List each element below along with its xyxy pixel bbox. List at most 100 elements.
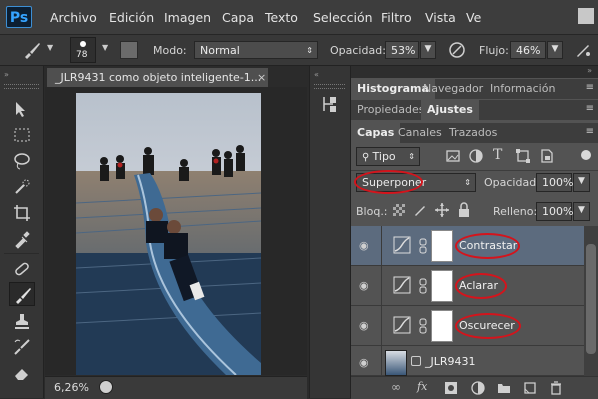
new-adjustment-layer-icon[interactable] <box>471 381 485 395</box>
crop-tool-icon[interactable] <box>12 203 32 223</box>
mask-link-icon[interactable] <box>419 238 427 254</box>
brush-opacity-dropdown[interactable]: ▼ <box>420 41 436 59</box>
layer-mask-thumbnail[interactable] <box>431 230 453 262</box>
tab-informacion[interactable]: Información <box>484 79 561 99</box>
layer-opacity-dropdown[interactable]: ▼ <box>573 173 590 192</box>
fill-input[interactable]: 100% <box>536 202 573 221</box>
filter-pixel-icon[interactable] <box>445 148 461 164</box>
layer-name-highlight <box>455 313 521 339</box>
visibility-eye-icon[interactable]: ◉ <box>359 279 373 293</box>
delete-layer-icon[interactable] <box>549 381 563 395</box>
menu-imagen[interactable]: Imagen <box>164 10 211 25</box>
layer-image-thumbnail[interactable] <box>385 350 407 376</box>
lasso-tool-icon[interactable] <box>12 151 32 171</box>
layer-name-highlight <box>455 233 520 259</box>
tab-trazados[interactable]: Trazados <box>443 123 503 143</box>
close-document-icon[interactable]: × <box>257 68 266 87</box>
menu-ventana[interactable]: Ve <box>466 10 481 25</box>
eyedropper-tool-icon[interactable] <box>12 229 32 249</box>
layer-row[interactable]: ◉ Aclarar <box>351 266 598 306</box>
eraser-tool-icon[interactable] <box>12 363 32 383</box>
brush-opacity-input[interactable]: 53% <box>385 41 419 59</box>
dock-grip[interactable] <box>314 84 345 89</box>
photoshop-logo: Ps <box>6 6 32 28</box>
layer-row[interactable]: ◉ Contrastar <box>351 226 598 266</box>
layers-scrollbar[interactable] <box>584 226 598 376</box>
layers-panel-menu-icon[interactable]: ≡ <box>586 126 594 137</box>
menu-edicion[interactable]: Edición <box>109 10 154 25</box>
lock-pixels-icon[interactable] <box>412 202 428 218</box>
tool-preset-arrow-icon[interactable]: ▼ <box>47 43 53 52</box>
healing-brush-tool-icon[interactable] <box>12 259 32 279</box>
panel-menu-icon-2[interactable]: ≡ <box>586 103 594 114</box>
move-tool-icon[interactable] <box>12 99 32 119</box>
history-panel-icon[interactable] <box>319 94 339 114</box>
toolbar-divider <box>4 253 39 254</box>
lock-all-icon[interactable] <box>456 202 472 218</box>
marquee-tool-icon[interactable] <box>12 125 32 145</box>
visibility-eye-icon[interactable]: ◉ <box>359 239 373 253</box>
brush-preset-picker[interactable]: 78 <box>70 37 96 63</box>
menu-vista[interactable]: Vista <box>425 10 456 25</box>
flow-label: Flujo: <box>479 44 509 57</box>
layer-mask-thumbnail[interactable] <box>431 270 453 302</box>
fill-dropdown[interactable]: ▼ <box>573 202 590 221</box>
visibility-eye-icon[interactable]: ◉ <box>359 319 373 333</box>
window-control[interactable] <box>572 0 598 34</box>
status-info-icon[interactable] <box>99 380 113 394</box>
filter-type-icon[interactable]: T <box>493 147 502 163</box>
menu-texto[interactable]: Texto <box>265 10 298 25</box>
quick-selection-tool-icon[interactable] <box>12 177 32 197</box>
panel-collapse-icon[interactable]: » <box>587 66 592 75</box>
zoom-level[interactable]: 6,26% <box>54 381 89 394</box>
clone-stamp-tool-icon[interactable] <box>12 311 32 331</box>
mode-select[interactable]: Normal ⇕ <box>194 41 318 59</box>
pressure-opacity-icon[interactable] <box>448 41 466 59</box>
scrollbar-thumb[interactable] <box>586 244 596 354</box>
layer-style-icon[interactable]: fx <box>417 380 427 393</box>
collapse-arrows-icon[interactable]: » <box>4 70 9 79</box>
tab-canales[interactable]: Canales <box>392 123 448 143</box>
link-layers-icon[interactable]: ∞ <box>391 380 401 394</box>
layer-filter-select[interactable]: ⚲ Tipo ⇕ <box>356 147 420 166</box>
filter-shape-icon[interactable] <box>515 148 531 164</box>
panel-menu-icon[interactable]: ≡ <box>586 82 594 93</box>
dock-collapse-icon[interactable]: « <box>314 70 319 79</box>
layer-opacity-input[interactable]: 100% <box>536 173 573 192</box>
filter-smart-object-icon[interactable] <box>539 148 555 164</box>
new-group-icon[interactable] <box>497 381 511 395</box>
add-mask-icon[interactable] <box>445 382 457 394</box>
layer-mask-thumbnail[interactable] <box>431 310 453 342</box>
brush-tool-icon[interactable] <box>22 40 42 60</box>
flow-dropdown[interactable]: ▼ <box>547 41 563 59</box>
new-layer-icon[interactable] <box>523 381 537 395</box>
layer-name[interactable]: _JLR9431 <box>425 355 476 368</box>
layer-row[interactable]: ◉ Oscurecer <box>351 306 598 346</box>
layer-name-highlight <box>455 273 507 299</box>
menu-capa[interactable]: Capa <box>222 10 254 25</box>
flow-input[interactable]: 46% <box>510 41 546 59</box>
lock-transparency-icon[interactable] <box>393 204 405 216</box>
document-tab[interactable]: _JLR9431 como objeto inteligente-1... × <box>47 68 268 87</box>
airbrush-icon[interactable] <box>574 41 592 59</box>
brush-preset-arrow-icon[interactable]: ▼ <box>102 43 108 52</box>
lock-position-icon[interactable] <box>434 202 450 218</box>
toolbar-grip[interactable] <box>4 84 39 89</box>
menu-archivo[interactable]: Archivo <box>50 10 97 25</box>
history-brush-tool-icon[interactable] <box>12 337 32 357</box>
photo-canvas[interactable] <box>76 93 261 375</box>
brush-tool-selected[interactable] <box>9 282 35 306</box>
tab-propiedades[interactable]: Propiedades <box>351 100 430 120</box>
mask-link-icon[interactable] <box>419 318 427 334</box>
filter-adjustment-icon[interactable] <box>468 148 484 164</box>
layer-row[interactable]: ◉ _JLR9431 <box>351 346 598 376</box>
mask-link-icon[interactable] <box>419 278 427 294</box>
filter-toggle-icon[interactable] <box>581 150 591 160</box>
menu-filtro[interactable]: Filtro <box>381 10 412 25</box>
menu-seleccion[interactable]: Selección <box>313 10 373 25</box>
visibility-eye-icon[interactable]: ◉ <box>359 356 373 370</box>
tab-ajustes[interactable]: Ajustes <box>421 100 479 120</box>
tab-navegador[interactable]: Navegador <box>417 79 489 99</box>
brush-panel-toggle-icon[interactable] <box>120 41 138 59</box>
document-title: _JLR9431 como objeto inteligente-1... <box>55 71 262 84</box>
